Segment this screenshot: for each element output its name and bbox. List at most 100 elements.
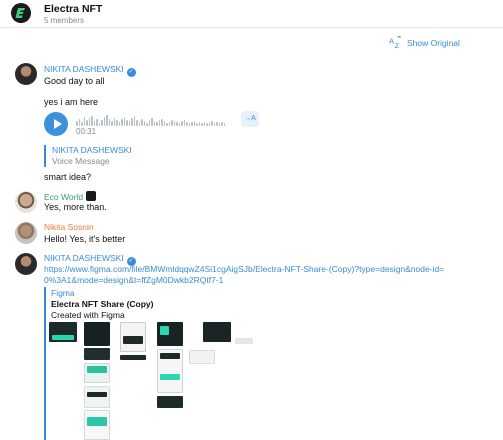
sender-name-text: Eco World <box>44 192 84 202</box>
reply-sender: NIKITA DASHEWSKI <box>52 145 132 155</box>
translate-bar: A Z Show Original <box>0 30 503 56</box>
waveform-bar <box>211 121 213 126</box>
figma-frame-thumb <box>87 392 107 397</box>
waveform-bar <box>188 123 190 126</box>
waveform-bar <box>168 122 170 126</box>
waveform-bar <box>158 120 160 126</box>
link-preview[interactable]: Figma Electra NFT Share (Copy) Created w… <box>44 287 270 440</box>
waveform-bar <box>163 121 165 126</box>
sender-name[interactable]: Nikita Sosnin <box>44 222 94 232</box>
waveform-bar <box>113 118 115 126</box>
waveform-bar <box>193 121 195 126</box>
electra-logo-icon[interactable] <box>11 3 31 23</box>
waveform-bar <box>118 122 120 126</box>
figma-frame-thumb <box>203 322 231 342</box>
voice-waveform[interactable] <box>76 114 234 126</box>
waveform-bar <box>96 119 98 126</box>
preview-site-name: Figma <box>51 288 75 298</box>
waveform-bar <box>198 122 200 126</box>
translate-icon: A Z <box>389 36 402 49</box>
waveform-bar <box>101 120 103 126</box>
waveform-bar <box>196 123 198 126</box>
avatar[interactable] <box>15 222 37 244</box>
waveform-bar <box>103 117 105 126</box>
sender-name[interactable]: Eco World <box>44 191 97 202</box>
chat-title[interactable]: Electra NFT <box>44 3 102 15</box>
waveform-bar <box>183 120 185 126</box>
voice-duration: 00:31 <box>76 127 97 136</box>
figma-frame-thumb <box>87 417 107 426</box>
figma-frame-thumb <box>84 322 110 346</box>
waveform-bar <box>128 121 130 126</box>
sender-name-text: NIKITA DASHEWSKI <box>44 253 124 263</box>
waveform-bar <box>181 121 183 126</box>
play-voice-button[interactable] <box>44 112 68 136</box>
waveform-bar <box>121 119 123 126</box>
message-text: yes i am here <box>44 97 99 107</box>
waveform-bar <box>186 122 188 126</box>
verified-icon: ✓ <box>126 68 136 77</box>
waveform-bar <box>178 123 180 126</box>
figma-frame-thumb <box>189 350 215 364</box>
figma-frame-thumb <box>123 336 143 344</box>
figma-frame-thumb <box>84 386 110 408</box>
waveform-bar <box>133 116 135 126</box>
waveform-bar <box>83 117 85 126</box>
waveform-bar <box>88 118 90 126</box>
show-original-button[interactable]: A Z Show Original <box>389 36 460 49</box>
waveform-bar <box>223 123 225 126</box>
figma-frame-thumb <box>84 348 110 360</box>
member-count: 5 members <box>44 16 85 25</box>
waveform-bar <box>166 123 168 126</box>
avatar[interactable] <box>15 63 37 85</box>
waveform-bar <box>98 123 100 126</box>
waveform-bar <box>116 120 118 126</box>
waveform-bar <box>111 121 113 126</box>
message-text: Yes, more than. <box>44 202 107 212</box>
message-text: smart idea? <box>44 172 92 182</box>
show-original-label: Show Original <box>407 37 460 48</box>
waveform-bar <box>93 121 95 126</box>
waveform-bar <box>153 121 155 126</box>
preview-image[interactable] <box>49 322 267 440</box>
figma-link[interactable]: https://www.figma.com/file/BMWmldqqwZ4Si… <box>44 264 454 286</box>
waveform-bar <box>136 120 138 126</box>
sender-name-text: NIKITA DASHEWSKI <box>44 64 124 74</box>
avatar[interactable] <box>15 191 37 213</box>
waveform-bar <box>131 118 133 126</box>
waveform-bar <box>123 117 125 126</box>
waveform-bar <box>208 122 210 126</box>
waveform-bar <box>106 115 108 126</box>
avatar[interactable] <box>15 253 37 275</box>
waveform-bar <box>218 123 220 126</box>
figma-frame-thumb <box>160 326 169 335</box>
waveform-bar <box>76 121 78 126</box>
waveform-bar <box>108 119 110 126</box>
waveform-bar <box>161 119 163 126</box>
waveform-bar <box>171 120 173 126</box>
waveform-bar <box>143 121 145 126</box>
waveform-bar <box>213 123 215 126</box>
transcribe-button[interactable]: →A <box>241 111 259 127</box>
waveform-bar <box>203 122 205 126</box>
message-text: Hello! Yes, it's better <box>44 234 126 244</box>
preview-title: Electra NFT Share (Copy) <box>51 299 154 309</box>
reply-quote[interactable]: NIKITA DASHEWSKI Voice Message <box>44 145 194 167</box>
reply-text: Voice Message <box>52 156 110 166</box>
message-text: Good day to all <box>44 76 105 86</box>
preview-description: Created with Figma <box>51 310 125 320</box>
waveform-bar <box>216 122 218 126</box>
waveform-bar <box>201 123 203 126</box>
svg-text:Z: Z <box>395 42 400 49</box>
waveform-bar <box>138 122 140 126</box>
waveform-bar <box>206 123 208 126</box>
waveform-bar <box>141 119 143 126</box>
waveform-bar <box>86 120 88 126</box>
svg-text:A: A <box>389 36 394 45</box>
waveform-bar <box>173 121 175 126</box>
figma-frame-thumb <box>235 338 253 344</box>
waveform-bar <box>221 122 223 126</box>
waveform-bar <box>81 122 83 126</box>
electra-badge-icon <box>86 191 97 201</box>
figma-frame-thumb <box>157 396 183 408</box>
